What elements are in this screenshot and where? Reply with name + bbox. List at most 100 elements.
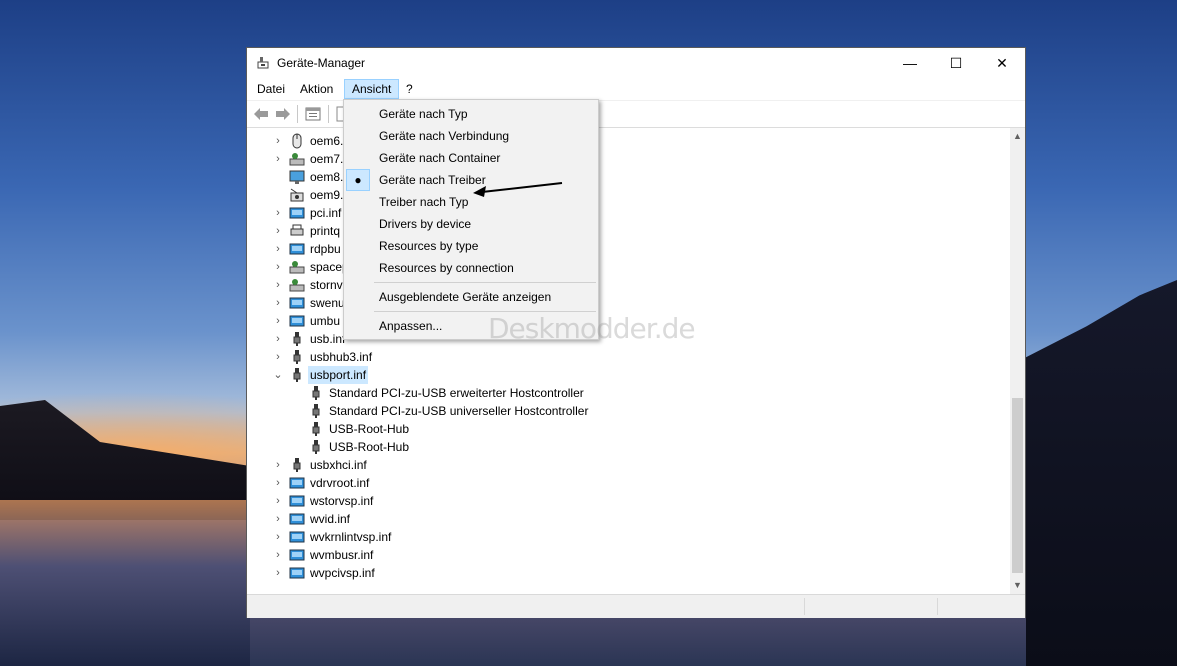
collapsed-chevron-icon[interactable]: › — [273, 132, 283, 150]
scroll-down-arrow-icon[interactable]: ▼ — [1010, 577, 1025, 594]
expanded-chevron-icon[interactable]: ⌄ — [273, 366, 283, 384]
tree-item-label: oem9. — [310, 188, 344, 202]
view-menu-dropdown: Geräte nach Typ Geräte nach Verbindung Ger… — [343, 99, 599, 340]
tree-item-label: swenu — [310, 296, 345, 310]
collapsed-chevron-icon[interactable]: › — [273, 312, 283, 330]
usb-icon — [312, 404, 320, 418]
tree-item-label: Standard PCI-zu-USB universeller Hostcon… — [329, 404, 589, 418]
menu-item-devices-by-type[interactable]: Geräte nach Typ — [346, 103, 596, 125]
background-lake — [0, 500, 250, 666]
collapsed-chevron-icon[interactable]: › — [273, 258, 283, 276]
usb-icon — [293, 350, 301, 364]
system-device-icon — [289, 297, 305, 309]
tree-child-item[interactable]: USB-Root-Hub — [247, 420, 1010, 438]
menu-item-label: Anpassen... — [379, 319, 443, 333]
collapsed-chevron-icon[interactable]: › — [273, 348, 283, 366]
menu-item-resources-by-connection[interactable]: Resources by connection — [346, 257, 596, 279]
collapsed-chevron-icon[interactable]: › — [273, 510, 283, 528]
tree-item[interactable]: › vdrvroot.inf — [247, 474, 1010, 492]
tree-item[interactable]: › wvkrnlintvsp.inf — [247, 528, 1010, 546]
mouse-icon — [292, 133, 302, 149]
tree-child-item[interactable]: Standard PCI-zu-USB universeller Hostcon… — [247, 402, 1010, 420]
collapsed-chevron-icon[interactable]: › — [273, 294, 283, 312]
collapsed-chevron-icon[interactable]: › — [273, 330, 283, 348]
tree-item-label: usb.inf — [310, 332, 346, 346]
status-divider — [937, 598, 938, 615]
status-divider — [804, 598, 805, 615]
tree-item-label: pci.inf — [310, 206, 342, 220]
system-device-icon — [289, 513, 305, 525]
properties-icon[interactable] — [305, 106, 321, 122]
radio-bullet-icon: ● — [346, 169, 370, 191]
collapsed-chevron-icon[interactable]: › — [273, 222, 283, 240]
system-device-icon — [289, 567, 305, 579]
forward-arrow-icon[interactable] — [275, 106, 291, 122]
minimize-button[interactable]: — — [887, 48, 933, 78]
menu-item-drivers-by-device[interactable]: Drivers by device — [346, 213, 596, 235]
tree-item-label: wvkrnlintvsp.inf — [310, 530, 392, 544]
menu-item-devices-by-container[interactable]: Geräte nach Container — [346, 147, 596, 169]
title-bar[interactable]: Geräte-Manager — ☐ ✕ — [247, 48, 1025, 78]
usb-icon — [312, 440, 320, 454]
menu-ansicht[interactable]: Ansicht — [344, 79, 400, 99]
collapsed-chevron-icon[interactable]: › — [273, 150, 283, 168]
usb-icon — [293, 332, 301, 346]
tree-item-label: wstorvsp.inf — [310, 494, 374, 508]
collapsed-chevron-icon[interactable]: › — [273, 528, 283, 546]
tree-item-label: usbxhci.inf — [310, 458, 367, 472]
system-device-icon — [289, 531, 305, 543]
tree-item-label: wvmbusr.inf — [310, 548, 374, 562]
collapsed-chevron-icon[interactable]: › — [273, 564, 283, 582]
tree-child-item[interactable]: USB-Root-Hub — [247, 438, 1010, 456]
device-icon — [289, 261, 305, 274]
system-device-icon — [289, 243, 305, 255]
menu-item-devices-by-connection[interactable]: Geräte nach Verbindung — [346, 125, 596, 147]
tree-child-item[interactable]: Standard PCI-zu-USB erweiterter Hostcont… — [247, 384, 1010, 402]
menu-item-show-hidden-devices[interactable]: Ausgeblendete Geräte anzeigen — [346, 286, 596, 308]
usb-icon — [312, 386, 320, 400]
collapsed-chevron-icon[interactable]: › — [273, 204, 283, 222]
menu-bar: Datei Aktion Ansicht ? — [247, 78, 1025, 101]
collapsed-chevron-icon[interactable]: › — [273, 456, 283, 474]
collapsed-chevron-icon[interactable]: › — [273, 276, 283, 294]
collapsed-chevron-icon[interactable]: › — [273, 240, 283, 258]
tree-item[interactable]: › wvpcivsp.inf — [247, 564, 1010, 582]
annotation-arrow-icon — [473, 182, 563, 197]
collapsed-chevron-icon[interactable]: › — [273, 546, 283, 564]
menu-datei[interactable]: Datei — [250, 79, 292, 99]
menu-separator — [374, 282, 596, 283]
window-title: Geräte-Manager — [277, 56, 366, 70]
tree-item[interactable]: › wstorvsp.inf — [247, 492, 1010, 510]
scroll-up-arrow-icon[interactable]: ▲ — [1010, 128, 1025, 145]
tree-item-label: vdrvroot.inf — [310, 476, 370, 490]
scrollbar-thumb[interactable] — [1012, 398, 1023, 573]
tree-item-label: usbport.inf — [308, 366, 369, 384]
tree-item[interactable]: › wvmbusr.inf — [247, 546, 1010, 564]
close-button[interactable]: ✕ — [979, 48, 1025, 78]
back-arrow-icon[interactable] — [253, 106, 269, 122]
menu-aktion[interactable]: Aktion — [293, 79, 340, 99]
tree-item[interactable]: › wvid.inf — [247, 510, 1010, 528]
tree-item-label: usbhub3.inf — [310, 350, 373, 364]
collapsed-chevron-icon[interactable]: › — [273, 492, 283, 510]
maximize-button[interactable]: ☐ — [933, 48, 979, 78]
menu-item-label: Resources by connection — [379, 261, 514, 275]
tree-item[interactable]: › usbhub3.inf — [247, 348, 1010, 366]
tree-item-label: wvid.inf — [310, 512, 351, 526]
menu-help[interactable]: ? — [399, 79, 420, 99]
system-device-icon — [289, 315, 305, 327]
camera-icon — [290, 188, 304, 202]
tree-item[interactable]: › usbxhci.inf — [247, 456, 1010, 474]
tree-item[interactable]: ⌄ usbport.inf — [247, 366, 1010, 384]
tree-item-label: oem6. — [310, 134, 344, 148]
usb-icon — [293, 368, 301, 382]
tree-item-label: USB-Root-Hub — [329, 440, 410, 454]
menu-item-resources-by-type[interactable]: Resources by type — [346, 235, 596, 257]
device-icon — [289, 279, 305, 292]
vertical-scrollbar[interactable]: ▲ ▼ — [1010, 128, 1025, 594]
toolbar-separator — [328, 105, 329, 123]
menu-item-label: Resources by type — [379, 239, 479, 253]
watermark: Deskmodder.de — [488, 312, 696, 345]
collapsed-chevron-icon[interactable]: › — [273, 474, 283, 492]
system-device-icon — [289, 549, 305, 561]
